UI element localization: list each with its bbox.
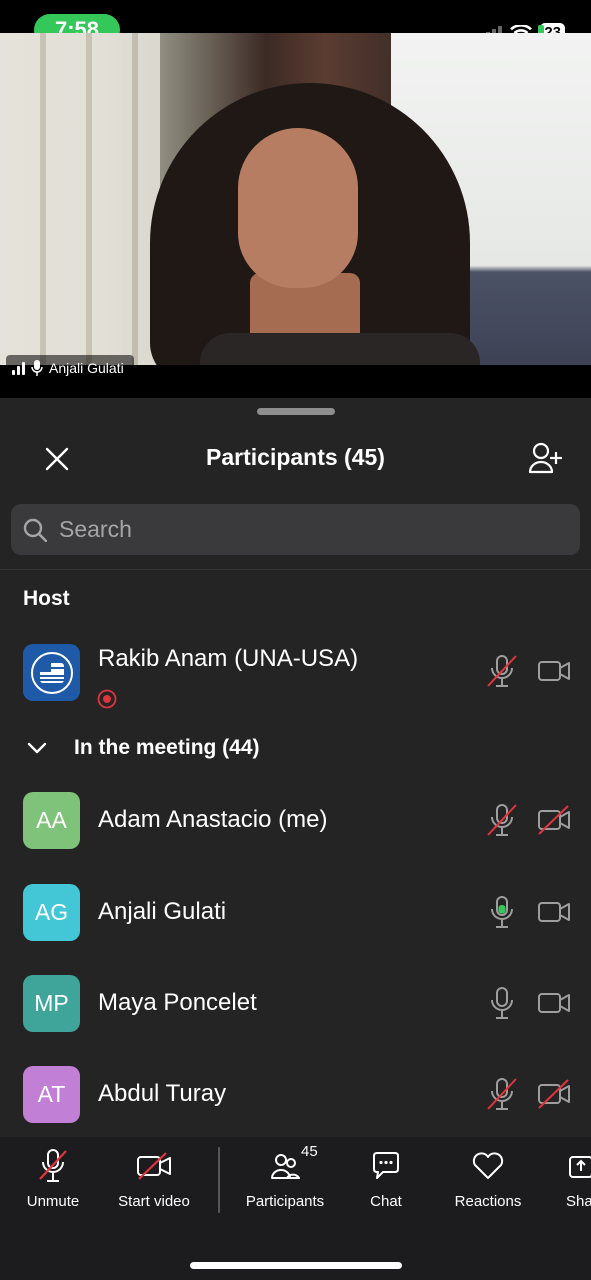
participant-row[interactable]: AT Abdul Turay [0, 1066, 591, 1126]
reactions-label: Reactions [454, 1193, 522, 1210]
mic-active-icon[interactable] [486, 895, 518, 929]
share-button[interactable]: Sha [566, 1147, 591, 1227]
participant-name: Abdul Turay [98, 1080, 227, 1107]
video-background-window [0, 33, 160, 365]
home-indicator[interactable] [190, 1262, 402, 1269]
mic-muted-icon [33, 1147, 73, 1185]
unmute-button[interactable]: Unmute [22, 1147, 84, 1227]
unmute-label: Unmute [26, 1193, 80, 1210]
heart-icon [468, 1147, 508, 1185]
participants-icon: 45 [265, 1143, 318, 1185]
avatar: AG [23, 884, 80, 941]
participants-label: Participants [245, 1193, 325, 1210]
speaker-name-tag: Anjali Gulati [6, 355, 134, 381]
active-speaker-video[interactable] [0, 33, 591, 365]
camera-icon[interactable] [537, 654, 571, 688]
camera-icon[interactable] [537, 986, 571, 1020]
participants-count-badge: 45 [301, 1143, 318, 1160]
participant-row[interactable]: MP Maya Poncelet [0, 975, 591, 1035]
participant-row[interactable]: AA Adam Anastacio (me) [0, 792, 591, 852]
sheet-header: Participants (45) [0, 438, 591, 478]
participant-name: Rakib Anam (UNA-USA) [98, 645, 359, 672]
host-section-label: Host [23, 587, 70, 610]
speaker-figure-face [238, 128, 358, 288]
participant-name: Adam Anastacio (me) [98, 806, 328, 833]
participant-row[interactable]: AG Anjali Gulati [0, 884, 591, 944]
mic-muted-icon[interactable] [486, 654, 518, 688]
chat-button[interactable]: Chat [366, 1147, 406, 1227]
participants-button[interactable]: 45 Participants [242, 1143, 328, 1227]
camera-off-icon[interactable] [537, 1077, 571, 1111]
mic-active-icon [31, 360, 43, 376]
search-icon [23, 518, 47, 542]
camera-icon[interactable] [537, 895, 571, 929]
host-row[interactable]: Rakib Anam (UNA-USA) [0, 644, 591, 709]
divider [0, 569, 591, 570]
mic-muted-icon[interactable] [486, 803, 518, 837]
reactions-button[interactable]: Reactions [452, 1147, 524, 1227]
share-label: Sha [566, 1193, 591, 1210]
search-input[interactable] [57, 515, 541, 544]
sheet-grabber-handle[interactable] [257, 408, 335, 415]
connection-strength-icon [12, 361, 25, 375]
search-field[interactable] [11, 504, 580, 555]
chat-icon [366, 1147, 406, 1185]
avatar: AA [23, 792, 80, 849]
share-icon [566, 1147, 591, 1185]
chevron-down-icon [26, 737, 48, 759]
in-meeting-group-toggle[interactable]: In the meeting (44) [0, 730, 591, 766]
un-emblem-icon [30, 651, 73, 694]
speaker-name: Anjali Gulati [49, 360, 124, 376]
avatar: AT [23, 1066, 80, 1123]
participant-name: Anjali Gulati [98, 898, 227, 925]
add-user-icon [528, 442, 562, 474]
chat-label: Chat [370, 1193, 402, 1210]
camera-off-icon [134, 1147, 174, 1185]
invite-button[interactable] [525, 440, 565, 476]
start-video-label: Start video [118, 1193, 190, 1210]
camera-off-icon[interactable] [537, 803, 571, 837]
group-label: In the meeting (44) [74, 736, 260, 759]
speaker-figure-clothing [200, 333, 480, 365]
participant-name: Maya Poncelet [98, 989, 257, 1016]
start-video-button[interactable]: Start video [113, 1147, 195, 1227]
mic-icon[interactable] [486, 986, 518, 1020]
status-bar: 7:58 23 [0, 0, 591, 46]
avatar: MP [23, 975, 80, 1032]
toolbar-divider [218, 1147, 220, 1213]
avatar [23, 644, 80, 701]
page-title: Participants (45) [206, 444, 385, 470]
mic-muted-icon[interactable] [486, 1077, 518, 1111]
recording-icon [97, 689, 117, 709]
meeting-toolbar: Unmute Start video 45 Participants Chat … [0, 1137, 591, 1280]
